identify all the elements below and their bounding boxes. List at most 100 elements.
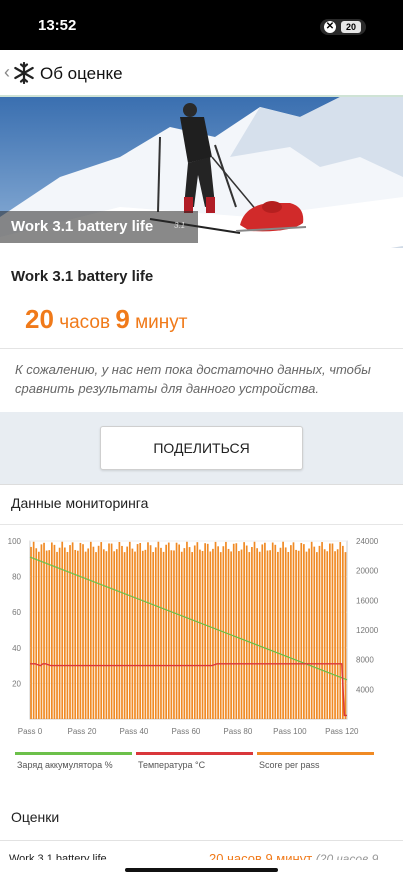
score-bar <box>105 551 108 719</box>
x-tick-label: Pass 20 <box>68 727 97 736</box>
score-bar <box>282 541 284 719</box>
score-hours-unit: часов <box>59 312 111 333</box>
score-bar <box>339 542 342 719</box>
score-bar <box>303 544 305 719</box>
right-tick-label: 12000 <box>356 626 379 635</box>
close-notification-icon: ✕ <box>324 21 336 33</box>
score-bar <box>271 542 274 719</box>
score-bar <box>295 549 297 719</box>
right-tick-label: 4000 <box>356 685 374 694</box>
left-tick-label: 40 <box>12 644 21 653</box>
score-bar <box>219 552 222 719</box>
battery-icon: 20 <box>341 21 361 33</box>
info-note: К сожалению, у нас нет пока достаточно д… <box>0 348 403 412</box>
score-bar <box>251 547 253 719</box>
score-bar <box>217 546 219 719</box>
share-button[interactable]: ПОДЕЛИТЬСЯ <box>100 426 303 470</box>
score-bar <box>245 545 248 719</box>
score-bar <box>316 552 318 719</box>
score-bar <box>123 552 126 719</box>
score-bar <box>204 543 206 719</box>
score-bar <box>284 547 287 719</box>
score-bar <box>167 542 170 719</box>
score-bar <box>323 549 326 719</box>
score-bar <box>199 549 201 719</box>
score-bar <box>290 545 292 719</box>
score-bar <box>160 547 162 719</box>
score-bar <box>274 544 277 719</box>
score-bar <box>136 544 139 719</box>
score-bar <box>256 548 258 719</box>
legend-label: Score per pass <box>259 760 320 770</box>
score-bar <box>131 548 134 719</box>
score-bar <box>118 542 121 719</box>
score-bar <box>225 541 227 719</box>
result-card: Work 3.1 battery life 20 часов 9 минут <box>0 248 403 359</box>
score-bar <box>212 548 214 719</box>
score-bar <box>38 551 40 719</box>
score-bar <box>266 550 269 719</box>
score-bar <box>232 543 235 719</box>
score-bar <box>100 542 103 719</box>
legend-label: Температура °C <box>138 760 206 770</box>
test-name: Work 3.1 battery life <box>11 268 154 285</box>
score-bar <box>258 551 261 719</box>
legend-label: Заряд аккумулятора % <box>17 760 113 770</box>
score-bar <box>113 551 116 719</box>
hero-caption-text: Work 3.1 battery life <box>11 218 154 235</box>
score-bar <box>152 552 155 719</box>
score-bar <box>141 550 144 719</box>
score-bar <box>147 542 149 719</box>
snowflake-logo-icon <box>14 62 34 84</box>
top-bar: ‹ Об оценке <box>0 50 403 97</box>
score-bar <box>56 551 58 719</box>
app-screen: ‹ Об оценке Work 3.1 battery life 3.1 Wo… <box>0 50 403 876</box>
score-bar <box>58 547 61 719</box>
score-bar <box>43 542 45 719</box>
score-bar <box>40 544 43 719</box>
score-bar <box>50 542 53 719</box>
monitoring-chart: 100 80 60 40 20 24000 20000 16000 12000 8000 4000 P… <box>8 537 379 770</box>
status-bar: 13:52 ✕ 20 <box>0 0 403 50</box>
score-bar <box>191 552 193 719</box>
score-bar <box>308 548 310 719</box>
score-bar <box>264 542 266 719</box>
score-bar <box>318 545 321 719</box>
x-tick-label: Pass 40 <box>119 727 148 736</box>
score-bar <box>165 544 168 719</box>
score-bar <box>331 543 334 719</box>
status-time: 13:52 <box>38 17 77 34</box>
score-bar <box>178 544 181 719</box>
hero-caption-badge: 3.1 <box>174 221 186 230</box>
score-bar <box>35 548 38 719</box>
score-bar <box>279 547 282 719</box>
score-bar <box>188 547 191 719</box>
score-bar <box>334 551 336 719</box>
score-bar <box>115 549 118 719</box>
result-score: 20 часов 9 минут <box>25 304 187 335</box>
score-bar <box>162 551 165 719</box>
back-arrow-icon[interactable]: ‹ <box>4 62 10 83</box>
score-bar <box>193 545 196 719</box>
score-bar <box>261 544 264 719</box>
score-bar <box>157 541 160 719</box>
score-bar <box>206 543 209 719</box>
score-bar <box>48 550 51 719</box>
home-indicator[interactable] <box>125 868 278 872</box>
score-bar <box>287 551 290 719</box>
score-bar <box>128 541 131 719</box>
score-bar <box>196 542 199 719</box>
x-tick-label: Pass 60 <box>171 727 200 736</box>
score-bar <box>32 541 35 719</box>
right-tick-label: 24000 <box>356 537 379 546</box>
score-bar <box>336 549 339 719</box>
score-bar <box>30 546 32 719</box>
score-bar <box>170 550 173 719</box>
score-bar <box>63 547 66 719</box>
legend-swatch <box>15 752 132 755</box>
score-bar <box>102 549 105 719</box>
score-bar <box>329 543 331 719</box>
score-bar <box>209 551 212 719</box>
score-bar <box>87 548 90 719</box>
score-bar <box>149 545 152 719</box>
